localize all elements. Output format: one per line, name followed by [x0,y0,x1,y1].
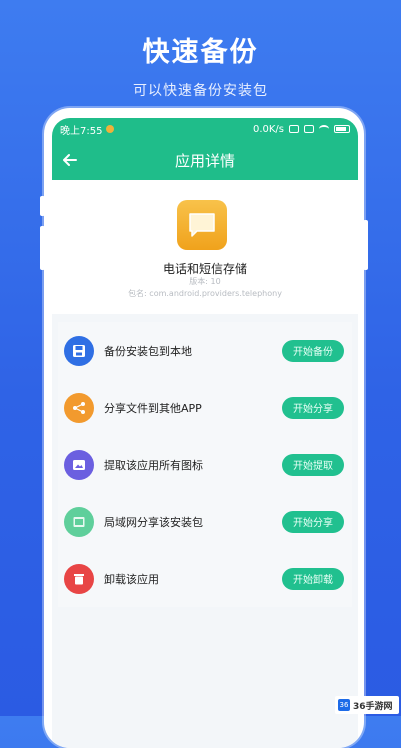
list-item: 备份安装包到本地 开始备份 [58,322,352,379]
network-speed: 0.0K/s [252,123,284,135]
app-name: 电话和短信存储 [162,262,247,276]
watermark-text: 36手游网 [353,701,393,712]
action-label: 分享文件到其他APP [104,401,202,415]
phone-screen: 晚上7:55 0.0K/s 应用详情 电话和短信存储 版本: 10 包名: co… [52,118,358,748]
list-item: 提取该应用所有图标 开始提取 [58,436,352,493]
trash-icon [64,563,94,594]
status-bar: 晚上7:55 0.0K/s [52,118,358,140]
list-item: 局域网分享该安装包 开始分享 [58,493,352,550]
phone-frame: 晚上7:55 0.0K/s 应用详情 电话和短信存储 版本: 10 包名: co… [44,108,364,748]
start-share-button[interactable]: 开始分享 [282,396,344,419]
promo-title: 快速备份 [142,37,259,68]
start-backup-button[interactable]: 开始备份 [282,339,344,362]
start-extract-button[interactable]: 开始提取 [282,453,344,476]
list-item: 卸载该应用 开始卸载 [58,550,352,607]
wifi-icon [319,125,329,133]
signal-icon [304,125,314,133]
action-label: 卸载该应用 [104,572,159,586]
promo-subtitle: 可以快速备份安装包 [133,83,268,99]
page-title: 应用详情 [174,151,235,170]
save-icon [64,335,94,366]
start-uninstall-button[interactable]: 开始卸载 [282,567,344,590]
message-bubble-icon [189,213,215,237]
arrow-left-icon [63,154,77,166]
app-package: 包名: com.android.providers.telephony [128,289,282,298]
share-icon [64,392,94,423]
image-icon [64,449,94,480]
app-version: 版本: 10 [189,277,221,286]
status-time: 晚上7:55 [60,125,103,137]
list-item: 分享文件到其他APP 开始分享 [58,379,352,436]
promo-screen: { "promo": { "title": "快速备份", "subtitle"… [0,0,401,748]
back-button[interactable] [58,148,82,172]
app-icon [177,200,227,250]
lan-icon [64,506,94,537]
action-label: 备份安装包到本地 [104,344,192,358]
watermark-logo: 36 [338,699,350,711]
action-list: 备份安装包到本地 开始备份 分享文件到其他APP 开始分享 提取该应用所有图标 … [58,322,352,607]
action-label: 提取该应用所有图标 [104,458,203,472]
start-lan-share-button[interactable]: 开始分享 [282,510,344,533]
site-watermark: 36 36手游网 [335,696,399,714]
app-bar: 应用详情 [52,140,358,180]
notification-icon [106,125,115,133]
sim-icon [289,125,299,133]
battery-icon [334,125,350,133]
app-info-header: 电话和短信存储 版本: 10 包名: com.android.providers… [52,180,358,314]
action-label: 局域网分享该安装包 [104,515,203,529]
